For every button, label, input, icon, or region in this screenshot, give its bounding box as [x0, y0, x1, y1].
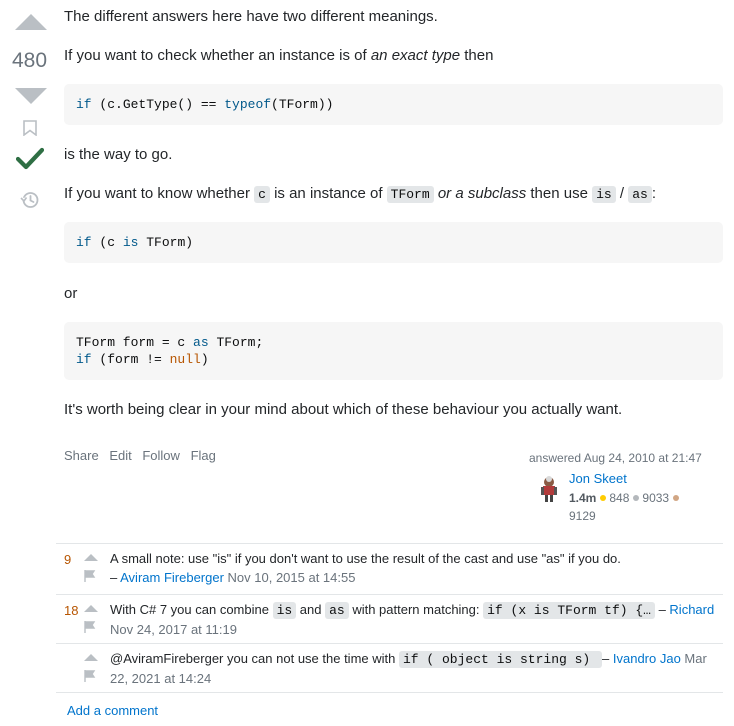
comment-user-link[interactable]: Richard: [669, 602, 714, 617]
comment: 18 With C# 7 you can combine is and as w…: [56, 595, 723, 644]
user-name-link[interactable]: Jon Skeet: [569, 471, 627, 486]
bookmark-icon[interactable]: [23, 120, 37, 136]
bronze-badge-count: 9129: [569, 509, 596, 523]
user-signature: answered Aug 24, 2010 at 21:47 Jon Skeet…: [529, 451, 719, 523]
comment-date[interactable]: 22, 2021 at 14:24: [110, 671, 211, 686]
inline-code: is: [592, 186, 616, 203]
gold-badge-count: 848: [609, 491, 630, 505]
inline-code: is: [272, 602, 297, 619]
inline-code: c: [254, 186, 270, 203]
inline-code: if (x is TForm tf) {…: [483, 602, 655, 619]
follow-link[interactable]: Follow: [142, 448, 180, 463]
silver-badge-icon: [633, 495, 640, 501]
paragraph: The different answers here have two diff…: [64, 8, 438, 25]
flag-link[interactable]: Flag: [191, 448, 216, 463]
paragraph: or: [64, 285, 78, 302]
code-block: if (c is TForm): [64, 222, 723, 263]
downvote-arrow-icon[interactable]: [15, 88, 47, 104]
comment-upvote-icon[interactable]: [84, 654, 98, 661]
comment-user-link[interactable]: Ivandro Jao: [613, 651, 681, 666]
comment-score: 18: [64, 603, 79, 618]
paragraph: is the way to go.: [64, 146, 173, 163]
avatar[interactable]: [537, 475, 561, 503]
paragraph: If you want to know whether c is an inst…: [64, 185, 657, 203]
comment-text: With C# 7 you can combine is and as with…: [110, 602, 715, 637]
vote-column: 480: [0, 0, 62, 240]
inline-code: as: [325, 602, 349, 619]
comment-score: 9: [64, 552, 72, 567]
share-link[interactable]: Share: [64, 448, 99, 463]
paragraph: If you want to check whether an instance…: [64, 47, 494, 64]
comments-list: 9 A small note: use "is" if you don't wa…: [56, 543, 723, 693]
bronze-badge-icon: [673, 495, 680, 501]
comment-user-link[interactable]: Aviram Fireberger: [120, 570, 224, 585]
edit-link[interactable]: Edit: [109, 448, 131, 463]
inline-code: if ( object is string s): [398, 651, 603, 668]
comment-flag-icon[interactable]: [84, 570, 96, 582]
comment-date[interactable]: Mar: [681, 651, 706, 666]
comment-text: A small note: use "is" if you don't want…: [110, 551, 621, 585]
upvote-arrow-icon[interactable]: [15, 14, 47, 30]
reputation-score: 1.4m: [569, 491, 597, 505]
accepted-check-icon: [16, 147, 44, 170]
comment-date[interactable]: Nov 10, 2015 at 14:55: [224, 570, 356, 585]
comment: @AviramFireberger you can not use the ti…: [56, 644, 723, 693]
paragraph: It's worth being clear in your mind abou…: [64, 401, 623, 418]
comment: 9 A small note: use "is" if you don't wa…: [56, 544, 723, 595]
inline-code: TForm: [386, 186, 434, 203]
silver-badge-count: 9033: [642, 491, 670, 505]
comment-flag-icon[interactable]: [84, 621, 96, 633]
comment-flag-icon[interactable]: [84, 670, 96, 682]
code-block: if (c.GetType() == typeof(TForm)): [64, 84, 723, 125]
code-block: TForm form = c as TForm; if (form != nul…: [64, 322, 723, 380]
comment-upvote-icon[interactable]: [84, 554, 98, 561]
answered-date: answered Aug 24, 2010 at 21:47: [529, 451, 702, 465]
history-icon[interactable]: [20, 190, 40, 210]
user-reputation: 1.4m 848 9033 9129: [569, 489, 719, 525]
comment-upvote-icon[interactable]: [84, 605, 98, 612]
add-comment-link[interactable]: Add a comment: [67, 703, 158, 718]
inline-code: as: [628, 186, 652, 203]
vote-score: 480: [12, 49, 48, 72]
comment-date[interactable]: Nov 24, 2017 at 11:19: [110, 622, 237, 637]
gold-badge-icon: [600, 495, 607, 501]
comment-text: @AviramFireberger you can not use the ti…: [110, 651, 707, 686]
post-menu: Share Edit Follow Flag: [64, 448, 223, 463]
